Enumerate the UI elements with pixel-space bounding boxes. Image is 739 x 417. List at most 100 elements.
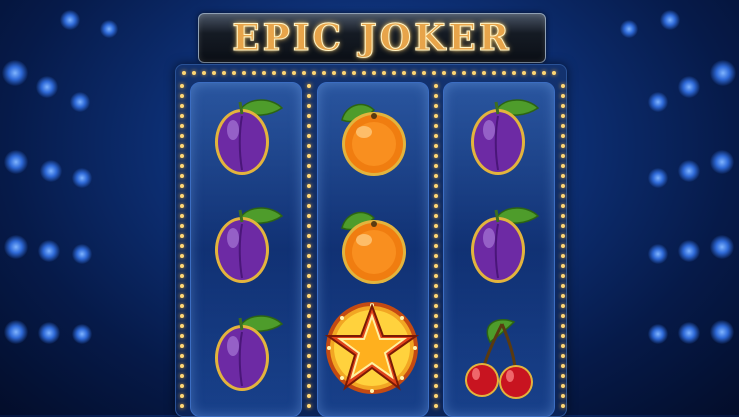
marquee-bulb <box>180 334 184 338</box>
plum-icon <box>471 99 540 175</box>
marquee-bulb <box>434 394 438 398</box>
marquee-bulb <box>382 71 386 75</box>
marquee-bulb <box>307 214 311 218</box>
marquee-bulb <box>452 71 456 75</box>
marquee-bulb <box>180 324 184 328</box>
marquee-bulb <box>180 384 184 388</box>
marquee-bulb <box>492 71 496 75</box>
marquee-bulb <box>561 244 565 248</box>
marquee-bulb <box>561 174 565 178</box>
marquee-bulb <box>472 71 476 75</box>
marquee-bulb <box>180 294 184 298</box>
marquee-bulb <box>252 71 256 75</box>
marquee-bulb <box>307 184 311 188</box>
marquee-bulb <box>180 134 184 138</box>
marquee-bulb <box>561 384 565 388</box>
marquee-bulb <box>561 274 565 278</box>
marquee-bulb <box>307 384 311 388</box>
marquee-bulb <box>434 214 438 218</box>
marquee-bulb <box>307 294 311 298</box>
plum-icon <box>215 99 284 175</box>
marquee-bulb <box>307 354 311 358</box>
game-title: EPIC JOKER <box>232 17 512 60</box>
marquee-bulb <box>434 354 438 358</box>
marquee-bulb <box>482 71 486 75</box>
marquee-bulb <box>561 324 565 328</box>
marquee-bulb <box>434 374 438 378</box>
marquee-bulb <box>434 364 438 368</box>
marquee-bulb <box>552 71 556 75</box>
marquee-bulb <box>442 71 446 75</box>
marquee-bulb <box>180 314 184 318</box>
marquee-bulb <box>307 264 311 268</box>
marquee-bulb <box>561 144 565 148</box>
marquee-bulb <box>302 71 306 75</box>
marquee-bulb <box>422 71 426 75</box>
marquee-bulb <box>561 134 565 138</box>
marquee-bulb <box>342 71 346 75</box>
marquee-bulb <box>307 254 311 258</box>
marquee-bulb <box>180 274 184 278</box>
marquee-bulb <box>434 264 438 268</box>
marquee-bulb <box>180 104 184 108</box>
marquee-bulb <box>292 71 296 75</box>
marquee-bulb <box>434 144 438 148</box>
marquee-bulb <box>561 114 565 118</box>
marquee-bulb <box>307 334 311 338</box>
marquee-bulb <box>561 214 565 218</box>
marquee-bulb <box>432 71 436 75</box>
marquee-bulb <box>232 71 236 75</box>
marquee-bulb <box>561 404 565 408</box>
marquee-bulb <box>434 84 438 88</box>
marquee-bulb <box>307 204 311 208</box>
marquee-bulb <box>561 124 565 128</box>
marquee-bulb <box>332 71 336 75</box>
marquee-bulb <box>561 354 565 358</box>
marquee-bulb <box>307 224 311 228</box>
marquee-bulb <box>180 84 184 88</box>
marquee-bulb <box>512 71 516 75</box>
marquee-bulb <box>434 344 438 348</box>
cherry-icon <box>465 319 533 399</box>
marquee-bulb <box>434 204 438 208</box>
marquee-bulb <box>434 404 438 408</box>
marquee-bulb <box>212 71 216 75</box>
marquee-bulb <box>434 384 438 388</box>
marquee-bulb <box>307 164 311 168</box>
marquee-bulb <box>434 184 438 188</box>
marquee-bulb <box>307 404 311 408</box>
marquee-bulb <box>202 71 206 75</box>
marquee-bulb <box>352 71 356 75</box>
marquee-bulb <box>561 254 565 258</box>
marquee-bulb <box>561 334 565 338</box>
marquee-bulb <box>180 304 184 308</box>
marquee-bulb <box>561 234 565 238</box>
marquee-bulb <box>434 284 438 288</box>
marquee-bulb <box>307 134 311 138</box>
marquee-bulb <box>180 144 184 148</box>
marquee-bulb <box>561 304 565 308</box>
marquee-bulb <box>307 234 311 238</box>
plum-icon <box>215 315 284 391</box>
marquee-bulb <box>434 94 438 98</box>
marquee-bulb <box>561 104 565 108</box>
marquee-bulb <box>561 194 565 198</box>
marquee-bulb <box>434 124 438 128</box>
marquee-bulb <box>434 104 438 108</box>
marquee-bulb <box>180 254 184 258</box>
marquee-bulb <box>434 314 438 318</box>
orange-icon <box>341 103 406 176</box>
marquee-bulb <box>434 294 438 298</box>
marquee-bulb <box>180 234 184 238</box>
marquee-bulb <box>272 71 276 75</box>
marquee-bulb <box>434 134 438 138</box>
plum-icon <box>471 207 540 283</box>
marquee-bulb <box>180 344 184 348</box>
marquee-bulb <box>307 104 311 108</box>
marquee-bulb <box>561 314 565 318</box>
marquee-bulb <box>561 184 565 188</box>
marquee-bulb <box>307 94 311 98</box>
marquee-bulb <box>561 344 565 348</box>
marquee-bulb <box>561 164 565 168</box>
marquee-bulb <box>434 324 438 328</box>
